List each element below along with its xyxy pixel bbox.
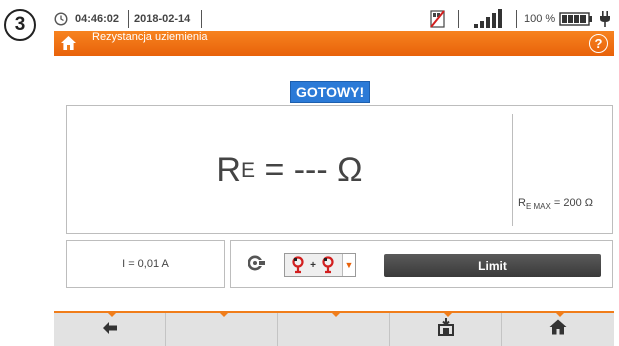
separator [458, 10, 459, 28]
toolbar-notch [556, 313, 564, 317]
toolbar-notch [332, 313, 340, 317]
battery-full-icon [559, 8, 593, 30]
limit-button[interactable]: Limit [384, 254, 601, 277]
home-icon [549, 319, 567, 340]
separator [516, 10, 517, 28]
home-button[interactable] [502, 313, 614, 346]
current-readout: I = 0,01 A [66, 240, 225, 288]
separator [128, 10, 129, 28]
back-arrow-icon [102, 321, 117, 339]
limit-value: = 200 Ω [553, 197, 594, 209]
title-bar: Rezystancja uziemienia ? [54, 31, 614, 56]
measurement-config: + ▼ Limit [230, 240, 613, 288]
help-icon[interactable]: ? [589, 34, 608, 53]
two-clamps-method-icon: + [285, 254, 343, 276]
battery-percent: 100 % [524, 13, 556, 25]
limit-subscript: E MAX [525, 202, 551, 212]
result-value: = --- Ω [264, 151, 363, 189]
limit-symbol: R [518, 197, 526, 209]
no-memory-card-icon [430, 8, 446, 30]
status-badge: GOTOWY! [290, 81, 371, 103]
toolbar-notch [444, 313, 452, 317]
bottom-toolbar [54, 311, 614, 346]
resistance-result: RE = --- Ω [67, 106, 512, 235]
step-number-marker: 3 [4, 9, 36, 41]
screen-title: Rezystancja uziemienia [92, 31, 208, 43]
back-button[interactable] [54, 313, 166, 346]
time-text: 04:46:02 [75, 13, 120, 25]
toolbar-button-3[interactable] [278, 313, 390, 346]
home-icon[interactable] [60, 35, 77, 56]
status-bar: 04:46:02 2018-02-14 100 % [54, 8, 614, 30]
divider [512, 114, 513, 226]
resistance-limit-readout: RE MAX = 200 Ω [518, 197, 593, 211]
date-text: 2018-02-14 [134, 13, 191, 25]
separator [201, 10, 202, 28]
svg-text:+: + [310, 260, 316, 271]
signal-strength-icon [474, 8, 508, 30]
measurement-screen: GOTOWY! RE = --- Ω RE MAX = 200 Ω I = 0,… [54, 56, 614, 314]
save-button[interactable] [390, 313, 502, 346]
clock-icon [54, 8, 68, 30]
save-memory-icon [437, 318, 455, 341]
result-panel: RE = --- Ω RE MAX = 200 Ω [66, 105, 613, 234]
toolbar-notch [220, 313, 228, 317]
toolbar-button-2[interactable] [166, 313, 278, 346]
result-subscript: E [240, 158, 255, 182]
method-select[interactable]: + ▼ [284, 253, 356, 277]
clamp-meter-icon [247, 255, 266, 276]
toolbar-notch [108, 313, 116, 317]
plug-icon [599, 8, 611, 30]
current-text: I = 0,01 A [122, 258, 169, 270]
result-symbol: R [216, 151, 241, 189]
triangle-down-icon[interactable]: ▼ [343, 254, 355, 276]
